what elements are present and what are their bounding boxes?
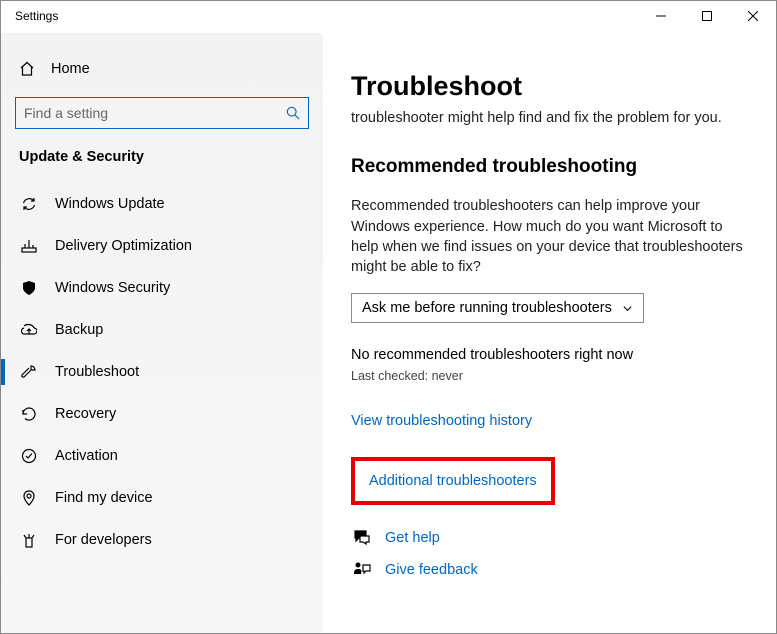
- section-heading: Recommended troubleshooting: [351, 156, 748, 178]
- sidebar-item-recovery[interactable]: Recovery: [1, 393, 323, 435]
- feedback-icon: [353, 561, 371, 579]
- nav-label: Backup: [55, 322, 103, 338]
- highlight-box: Additional troubleshooters: [351, 457, 555, 505]
- location-icon: [21, 490, 37, 506]
- give-feedback-row[interactable]: Give feedback: [351, 557, 748, 589]
- sidebar: Home Update & Security Windows Update De…: [1, 33, 323, 633]
- sidebar-item-activation[interactable]: Activation: [1, 435, 323, 477]
- sidebar-item-delivery-optimization[interactable]: Delivery Optimization: [1, 225, 323, 267]
- check-circle-icon: [21, 448, 37, 464]
- sidebar-item-find-my-device[interactable]: Find my device: [1, 477, 323, 519]
- search-input[interactable]: [15, 97, 309, 129]
- section-description: Recommended troubleshooters can help imp…: [351, 196, 748, 277]
- status-text: No recommended troubleshooters right now: [351, 347, 748, 363]
- home-button[interactable]: Home: [1, 51, 323, 87]
- window-title: Settings: [1, 1, 638, 23]
- maximize-button[interactable]: [684, 1, 730, 31]
- sidebar-item-for-developers[interactable]: For developers: [1, 519, 323, 561]
- chat-icon: [353, 529, 371, 547]
- sidebar-item-backup[interactable]: Backup: [1, 309, 323, 351]
- search-field[interactable]: [24, 105, 286, 121]
- nav-label: Delivery Optimization: [55, 238, 192, 254]
- wrench-icon: [21, 364, 37, 380]
- nav-label: For developers: [55, 532, 152, 548]
- sidebar-item-windows-update[interactable]: Windows Update: [1, 183, 323, 225]
- shield-icon: [21, 280, 37, 296]
- page-title: Troubleshoot: [351, 71, 748, 102]
- nav-label: Find my device: [55, 490, 153, 506]
- recovery-icon: [21, 406, 37, 422]
- dropdown-value: Ask me before running troubleshooters: [362, 300, 612, 316]
- nav-label: Activation: [55, 448, 118, 464]
- delivery-icon: [21, 238, 37, 254]
- get-help-row[interactable]: Get help: [351, 525, 748, 557]
- last-checked-text: Last checked: never: [351, 369, 748, 383]
- view-history-link[interactable]: View troubleshooting history: [351, 413, 748, 429]
- close-button[interactable]: [730, 1, 776, 31]
- minimize-button[interactable]: [638, 1, 684, 31]
- nav-label: Windows Security: [55, 280, 170, 296]
- main-content: Troubleshoot troubleshooter might help f…: [323, 33, 776, 633]
- give-feedback-link: Give feedback: [385, 562, 478, 578]
- nav-label: Windows Update: [55, 196, 165, 212]
- backup-icon: [21, 322, 37, 338]
- intro-text: troubleshooter might help find and fix t…: [351, 108, 748, 128]
- get-help-link: Get help: [385, 530, 440, 546]
- chevron-down-icon: [622, 303, 633, 314]
- nav-label: Troubleshoot: [55, 364, 139, 380]
- sidebar-item-troubleshoot[interactable]: Troubleshoot: [1, 351, 323, 393]
- home-icon: [19, 61, 35, 77]
- additional-troubleshooters-link[interactable]: Additional troubleshooters: [355, 465, 551, 497]
- nav-label: Recovery: [55, 406, 116, 422]
- sidebar-item-windows-security[interactable]: Windows Security: [1, 267, 323, 309]
- home-label: Home: [51, 61, 90, 77]
- search-icon: [286, 106, 300, 120]
- category-heading: Update & Security: [1, 143, 323, 183]
- developer-icon: [21, 532, 37, 548]
- troubleshoot-preference-dropdown[interactable]: Ask me before running troubleshooters: [351, 293, 644, 323]
- sync-icon: [21, 196, 37, 212]
